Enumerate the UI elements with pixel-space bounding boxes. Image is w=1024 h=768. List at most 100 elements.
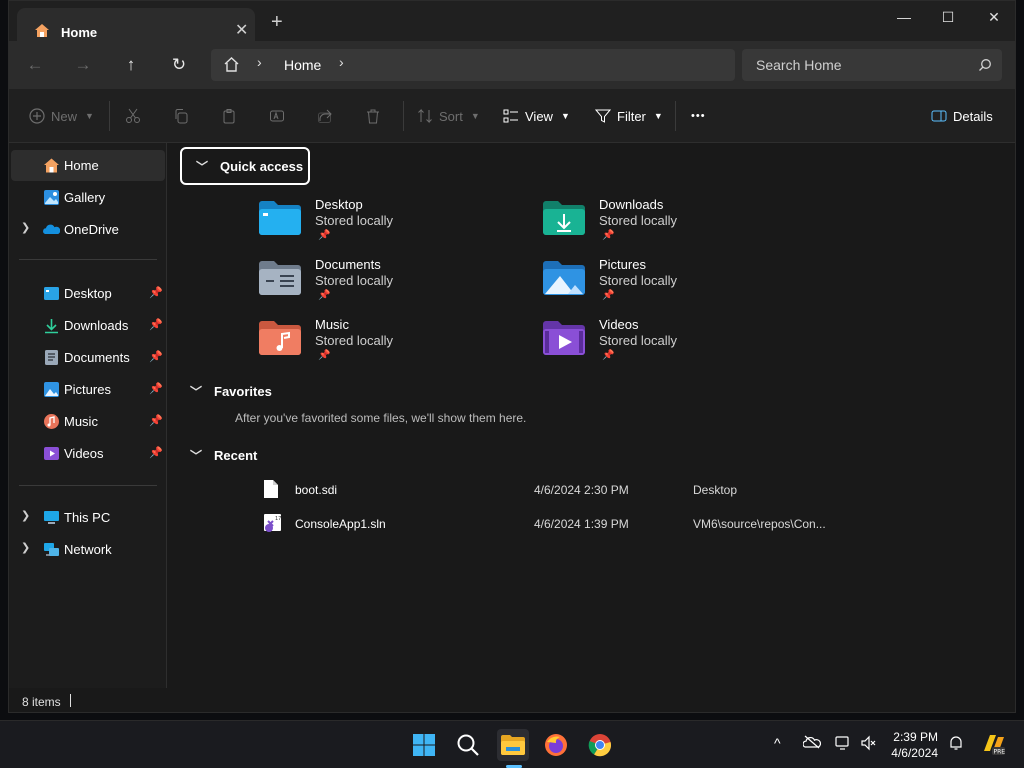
tab-home[interactable]: Home ✕ [17, 8, 255, 41]
recent-header[interactable]: ﹀ Recent [190, 436, 257, 474]
sidebar-item-network[interactable]: ❯ Network [11, 534, 165, 565]
table-row[interactable]: boot.sdi 4/6/2024 2:30 PM Desktop [258, 475, 938, 505]
search-taskbar-button[interactable] [452, 729, 484, 761]
file-location: Desktop [693, 483, 738, 497]
sidebar-item-gallery[interactable]: Gallery [11, 182, 165, 213]
sidebar-item-label: Pictures [64, 382, 111, 397]
cut-button[interactable] [125, 106, 141, 126]
home-icon [44, 158, 59, 173]
file-date: 4/6/2024 2:30 PM [534, 483, 629, 497]
quick-access-documents[interactable]: Documents Stored locally 📌 [258, 257, 518, 313]
plus-circle-icon [29, 108, 45, 124]
rename-button[interactable] [269, 106, 285, 126]
new-tab-button[interactable]: + [271, 12, 283, 32]
search-icon [978, 58, 992, 77]
quick-access-pictures[interactable]: Pictures Stored locally 📌 [542, 257, 802, 313]
details-button[interactable]: Details [931, 106, 993, 126]
sidebar-item-documents[interactable]: Documents 📌 [11, 342, 165, 373]
clipboard-icon [223, 109, 235, 124]
quick-access-desktop[interactable]: Desktop Stored locally 📌 [258, 197, 518, 253]
notification-bell-icon[interactable] [948, 735, 964, 754]
sidebar-item-this-pc[interactable]: ❯ This PC [11, 502, 165, 533]
chevron-down-icon: ▼ [470, 111, 480, 121]
search-icon [457, 734, 479, 756]
refresh-button[interactable]: ↻ [167, 53, 191, 77]
file-name: boot.sdi [295, 483, 338, 497]
network-tray-icon[interactable] [835, 735, 851, 754]
sidebar-item-onedrive[interactable]: ❯ OneDrive [11, 214, 165, 245]
copy-button[interactable] [173, 106, 189, 126]
more-options-button[interactable]: ••• [691, 106, 706, 126]
quick-access-downloads[interactable]: Downloads Stored locally 📌 [542, 197, 802, 253]
file-location: VM6\source\repos\Con... [693, 517, 826, 531]
chevron-right-icon[interactable]: ❯ [21, 509, 30, 522]
show-hidden-icons-chevron[interactable]: ^ [774, 735, 781, 751]
quick-access-header[interactable]: ﹀ Quick access [180, 147, 310, 185]
documents-icon [45, 350, 58, 365]
onedrive-tray-icon[interactable] [802, 735, 822, 752]
desktop-folder-icon [44, 287, 59, 300]
favorites-header[interactable]: ﹀ Favorites [190, 372, 272, 410]
sidebar-item-videos[interactable]: Videos 📌 [11, 438, 165, 469]
share-button[interactable] [317, 106, 333, 126]
table-row[interactable]: 17 ConsoleApp1.sln 4/6/2024 1:39 PM VM6\… [258, 509, 938, 539]
sidebar-item-home[interactable]: Home [11, 150, 165, 181]
sort-label: Sort [439, 108, 463, 124]
folder-status: Stored locally [599, 213, 678, 228]
chevron-right-icon[interactable]: › [339, 54, 344, 70]
back-button[interactable]: ← [23, 53, 47, 77]
sidebar-item-music[interactable]: Music 📌 [11, 406, 165, 437]
file-explorer-taskbar-button[interactable] [497, 729, 529, 761]
sidebar-item-desktop[interactable]: Desktop 📌 [11, 278, 165, 309]
chevron-down-icon: ▼ [653, 111, 663, 121]
sidebar-item-pictures[interactable]: Pictures 📌 [11, 374, 165, 405]
filter-button[interactable]: Filter ▼ [595, 106, 663, 126]
chevron-down-icon: ﹀ [190, 448, 203, 463]
minimize-button[interactable]: — [881, 7, 927, 29]
pin-icon: 📌 [602, 230, 615, 241]
pin-icon[interactable]: 📌 [149, 318, 163, 331]
start-button[interactable] [408, 729, 440, 761]
forward-button[interactable]: → [71, 53, 95, 77]
file-explorer-icon [501, 735, 525, 755]
breadcrumb-home[interactable]: Home [284, 57, 321, 73]
content-pane: ﹀ Quick access Desktop Stored locally 📌 … [168, 143, 1015, 688]
music-icon [44, 414, 59, 429]
search-box[interactable]: Search Home [742, 49, 1002, 81]
system-clock[interactable]: 2:39 PM 4/6/2024 [878, 729, 938, 761]
quick-access-videos[interactable]: Videos Stored locally 📌 [542, 317, 802, 373]
pin-icon[interactable]: 📌 [149, 382, 163, 395]
pin-icon[interactable]: 📌 [149, 414, 163, 427]
sort-button[interactable]: Sort ▼ [417, 106, 480, 126]
up-button[interactable]: ↑ [119, 53, 143, 77]
view-button[interactable]: View ▼ [503, 106, 570, 126]
search-input[interactable]: Search Home [756, 57, 842, 73]
share-icon [318, 109, 332, 123]
new-button[interactable]: New ▼ [29, 106, 94, 126]
pin-icon[interactable]: 📌 [149, 286, 163, 299]
quick-access-music[interactable]: Music Stored locally 📌 [258, 317, 518, 373]
delete-button[interactable] [365, 106, 381, 126]
paste-button[interactable] [221, 106, 237, 126]
clock-date: 4/6/2024 [891, 746, 938, 760]
tab-close-icon[interactable]: ✕ [235, 20, 248, 40]
onedrive-icon [43, 224, 60, 234]
firefox-taskbar-button[interactable] [540, 729, 572, 761]
pin-icon[interactable]: 📌 [149, 350, 163, 363]
chevron-down-icon: ▼ [85, 111, 94, 121]
close-button[interactable]: ✕ [971, 7, 1015, 29]
sidebar-item-downloads[interactable]: Downloads 📌 [11, 310, 165, 341]
volume-muted-icon[interactable] [860, 735, 876, 754]
address-bar[interactable]: › Home › [211, 49, 735, 81]
chrome-icon [588, 734, 612, 757]
chevron-right-icon[interactable]: ❯ [21, 221, 30, 234]
pin-icon[interactable]: 📌 [149, 446, 163, 459]
chrome-taskbar-button[interactable] [584, 729, 616, 761]
pin-icon: 📌 [318, 350, 331, 361]
folder-name: Pictures [599, 257, 646, 272]
chevron-right-icon[interactable]: ❯ [21, 541, 30, 554]
file-icon [264, 480, 278, 498]
maximize-button[interactable]: ☐ [925, 7, 971, 29]
command-bar: New ▼ Sort ▼ View ▼ Filter ▼ ••• Details [9, 89, 1015, 143]
copilot-icon[interactable]: PRE [980, 731, 1006, 760]
